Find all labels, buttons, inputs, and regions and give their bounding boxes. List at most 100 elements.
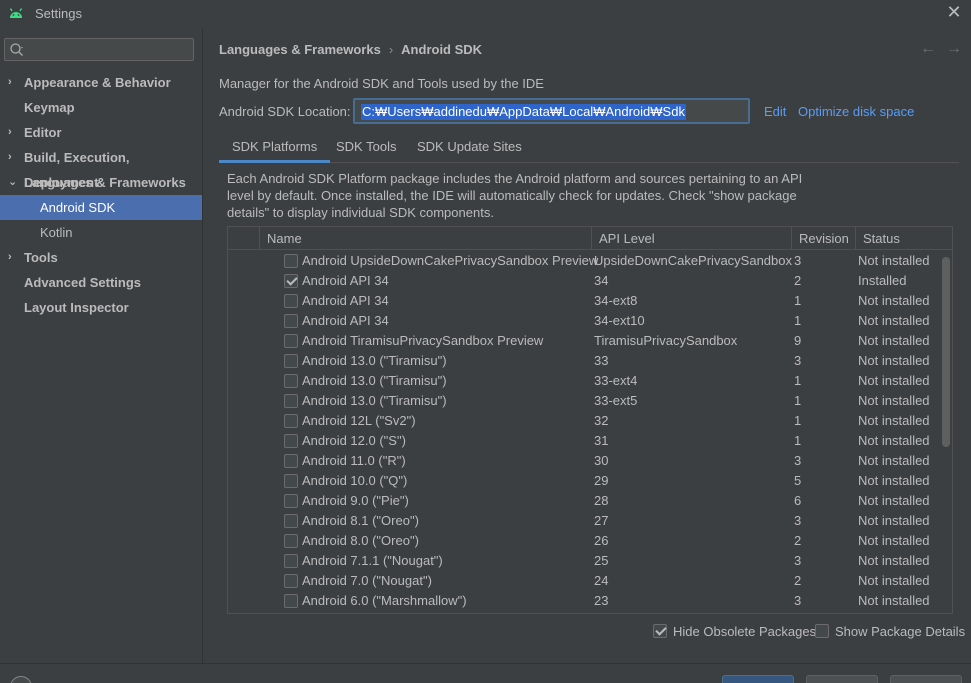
- row-checkbox[interactable]: [284, 474, 298, 488]
- breadcrumb: Languages & Frameworks › Android SDK: [219, 42, 482, 57]
- hide-obsolete-option[interactable]: Hide Obsolete Packages: [653, 624, 816, 639]
- chevron-right-icon[interactable]: ›: [8, 145, 18, 170]
- forward-arrow-icon[interactable]: →: [941, 40, 967, 58]
- row-api-level: TiramisuPrivacySandbox: [594, 333, 738, 348]
- row-revision: 3: [794, 513, 802, 528]
- table-row[interactable]: Android 10.0 ("Q") 29 5 Not installed: [228, 471, 940, 491]
- hide-obsolete-checkbox[interactable]: [653, 624, 667, 638]
- row-checkbox[interactable]: [284, 294, 298, 308]
- table-row[interactable]: Android API 34 34-ext10 1 Not installed: [228, 311, 940, 331]
- chevron-right-icon[interactable]: ›: [8, 120, 18, 145]
- sidebar-item-keymap[interactable]: Keymap: [0, 95, 202, 120]
- table-row[interactable]: Android TiramisuPrivacySandbox Preview Ti…: [228, 331, 940, 351]
- table-row[interactable]: Android 13.0 ("Tiramisu") 33 3 Not installe…: [228, 351, 940, 371]
- ok-button[interactable]: [722, 675, 794, 683]
- row-name: Android 8.0 ("Oreo"): [302, 533, 419, 548]
- row-checkbox[interactable]: [284, 454, 298, 468]
- row-checkbox[interactable]: [284, 434, 298, 448]
- row-checkbox[interactable]: [284, 494, 298, 508]
- row-checkbox[interactable]: [284, 334, 298, 348]
- row-checkbox[interactable]: [284, 414, 298, 428]
- table-row[interactable]: Android 7.1.1 ("Nougat") 25 3 Not installed: [228, 551, 940, 571]
- row-status: Not installed: [858, 353, 930, 368]
- row-name: Android 13.0 ("Tiramisu"): [302, 373, 447, 388]
- settings-search-input[interactable]: [4, 38, 194, 61]
- back-arrow-icon[interactable]: ←: [915, 40, 941, 58]
- row-status: Not installed: [858, 333, 930, 348]
- sidebar-item-languages-frameworks[interactable]: ⌄ Languages & Frameworks: [0, 170, 202, 195]
- table-row[interactable]: Android 9.0 ("Pie") 28 6 Not installed: [228, 491, 940, 511]
- dialog-footer: [0, 663, 971, 683]
- header-revision[interactable]: Revision: [791, 227, 855, 250]
- row-status: Not installed: [858, 493, 930, 508]
- table-row[interactable]: Android API 34 34 2 Installed: [228, 271, 940, 291]
- show-details-checkbox[interactable]: [815, 624, 829, 638]
- sdk-location-field[interactable]: C:₩Users₩addinedu₩AppData₩Local₩Android₩…: [353, 98, 750, 124]
- row-checkbox[interactable]: [284, 254, 298, 268]
- tab-sdk-update-sites[interactable]: SDK Update Sites: [404, 133, 535, 163]
- sidebar-item-android-sdk[interactable]: Android SDK: [0, 195, 202, 220]
- row-name: Android 12.0 ("S"): [302, 433, 406, 448]
- chevron-down-icon[interactable]: ⌄: [8, 170, 18, 195]
- row-checkbox[interactable]: [284, 274, 298, 288]
- header-name[interactable]: Name: [259, 227, 591, 250]
- table-row[interactable]: Android API 34 34-ext8 1 Not installed: [228, 291, 940, 311]
- row-name: Android API 34: [302, 293, 389, 308]
- row-status: Not installed: [858, 413, 930, 428]
- table-row[interactable]: Android UpsideDownCakePrivacySandbox Pre…: [228, 251, 940, 271]
- close-icon[interactable]: ✕: [944, 2, 964, 22]
- show-details-label: Show Package Details: [835, 624, 966, 639]
- sidebar-item-editor[interactable]: › Editor: [0, 120, 202, 145]
- optimize-disk-space-link[interactable]: Optimize disk space: [798, 104, 914, 119]
- edit-link[interactable]: Edit: [764, 104, 786, 119]
- header-api-level[interactable]: API Level: [591, 227, 791, 250]
- row-name: Android 8.1 ("Oreo"): [302, 513, 419, 528]
- help-icon[interactable]: [10, 676, 32, 683]
- row-checkbox[interactable]: [284, 374, 298, 388]
- row-revision: 3: [794, 253, 802, 268]
- header-status[interactable]: Status: [855, 227, 952, 250]
- table-row[interactable]: Android 11.0 ("R") 30 3 Not installed: [228, 451, 940, 471]
- sdk-manager-description: Manager for the Android SDK and Tools us…: [219, 76, 544, 91]
- table-row[interactable]: Android 7.0 ("Nougat") 24 2 Not installed: [228, 571, 940, 591]
- row-checkbox[interactable]: [284, 314, 298, 328]
- table-row[interactable]: Android 6.0 ("Marshmallow") 23 3 Not instal…: [228, 591, 940, 611]
- table-row[interactable]: Android 8.1 ("Oreo") 27 3 Not installed: [228, 511, 940, 531]
- tab-sdk-platforms[interactable]: SDK Platforms: [219, 133, 331, 163]
- sidebar-item-label: Keymap: [24, 100, 75, 115]
- row-name: Android 7.0 ("Nougat"): [302, 573, 432, 588]
- tab-sdk-tools[interactable]: SDK Tools: [323, 133, 409, 163]
- table-row[interactable]: Android 12.0 ("S") 31 1 Not installed: [228, 431, 940, 451]
- row-api-level: 33: [594, 353, 609, 368]
- row-name: Android 13.0 ("Tiramisu"): [302, 353, 447, 368]
- row-status: Not installed: [858, 393, 930, 408]
- row-name: Android 12L ("Sv2"): [302, 413, 416, 428]
- table-row[interactable]: Android 12L ("Sv2") 32 1 Not installed: [228, 411, 940, 431]
- sidebar-item-build-execution-deployment[interactable]: › Build, Execution, Deployment: [0, 145, 202, 190]
- row-status: Not installed: [858, 313, 930, 328]
- row-checkbox[interactable]: [284, 554, 298, 568]
- breadcrumb-parent[interactable]: Languages & Frameworks: [219, 42, 381, 57]
- row-checkbox[interactable]: [284, 574, 298, 588]
- sidebar-item-layout-inspector[interactable]: Layout Inspector: [0, 295, 202, 320]
- chevron-right-icon[interactable]: ›: [8, 70, 18, 95]
- sidebar-item-kotlin[interactable]: Kotlin: [0, 220, 202, 245]
- row-checkbox[interactable]: [284, 354, 298, 368]
- row-api-level: 28: [594, 493, 609, 508]
- table-scrollbar[interactable]: [942, 257, 950, 447]
- sidebar-item-label: Android SDK: [40, 200, 116, 215]
- sidebar-item-tools[interactable]: › Tools: [0, 245, 202, 270]
- table-row[interactable]: Android 13.0 ("Tiramisu") 33-ext5 1 Not ins…: [228, 391, 940, 411]
- cancel-button[interactable]: [806, 675, 878, 683]
- row-checkbox[interactable]: [284, 394, 298, 408]
- table-row[interactable]: Android 13.0 ("Tiramisu") 33-ext4 1 Not ins…: [228, 371, 940, 391]
- show-details-option[interactable]: Show Package Details: [815, 624, 965, 639]
- row-checkbox[interactable]: [284, 594, 298, 608]
- sidebar-item-appearance-behavior[interactable]: › Appearance & Behavior: [0, 70, 202, 95]
- apply-button[interactable]: [890, 675, 962, 683]
- table-row[interactable]: Android 8.0 ("Oreo") 26 2 Not installed: [228, 531, 940, 551]
- row-checkbox[interactable]: [284, 514, 298, 528]
- sidebar-item-advanced-settings[interactable]: Advanced Settings: [0, 270, 202, 295]
- row-checkbox[interactable]: [284, 534, 298, 548]
- chevron-right-icon[interactable]: ›: [8, 245, 18, 270]
